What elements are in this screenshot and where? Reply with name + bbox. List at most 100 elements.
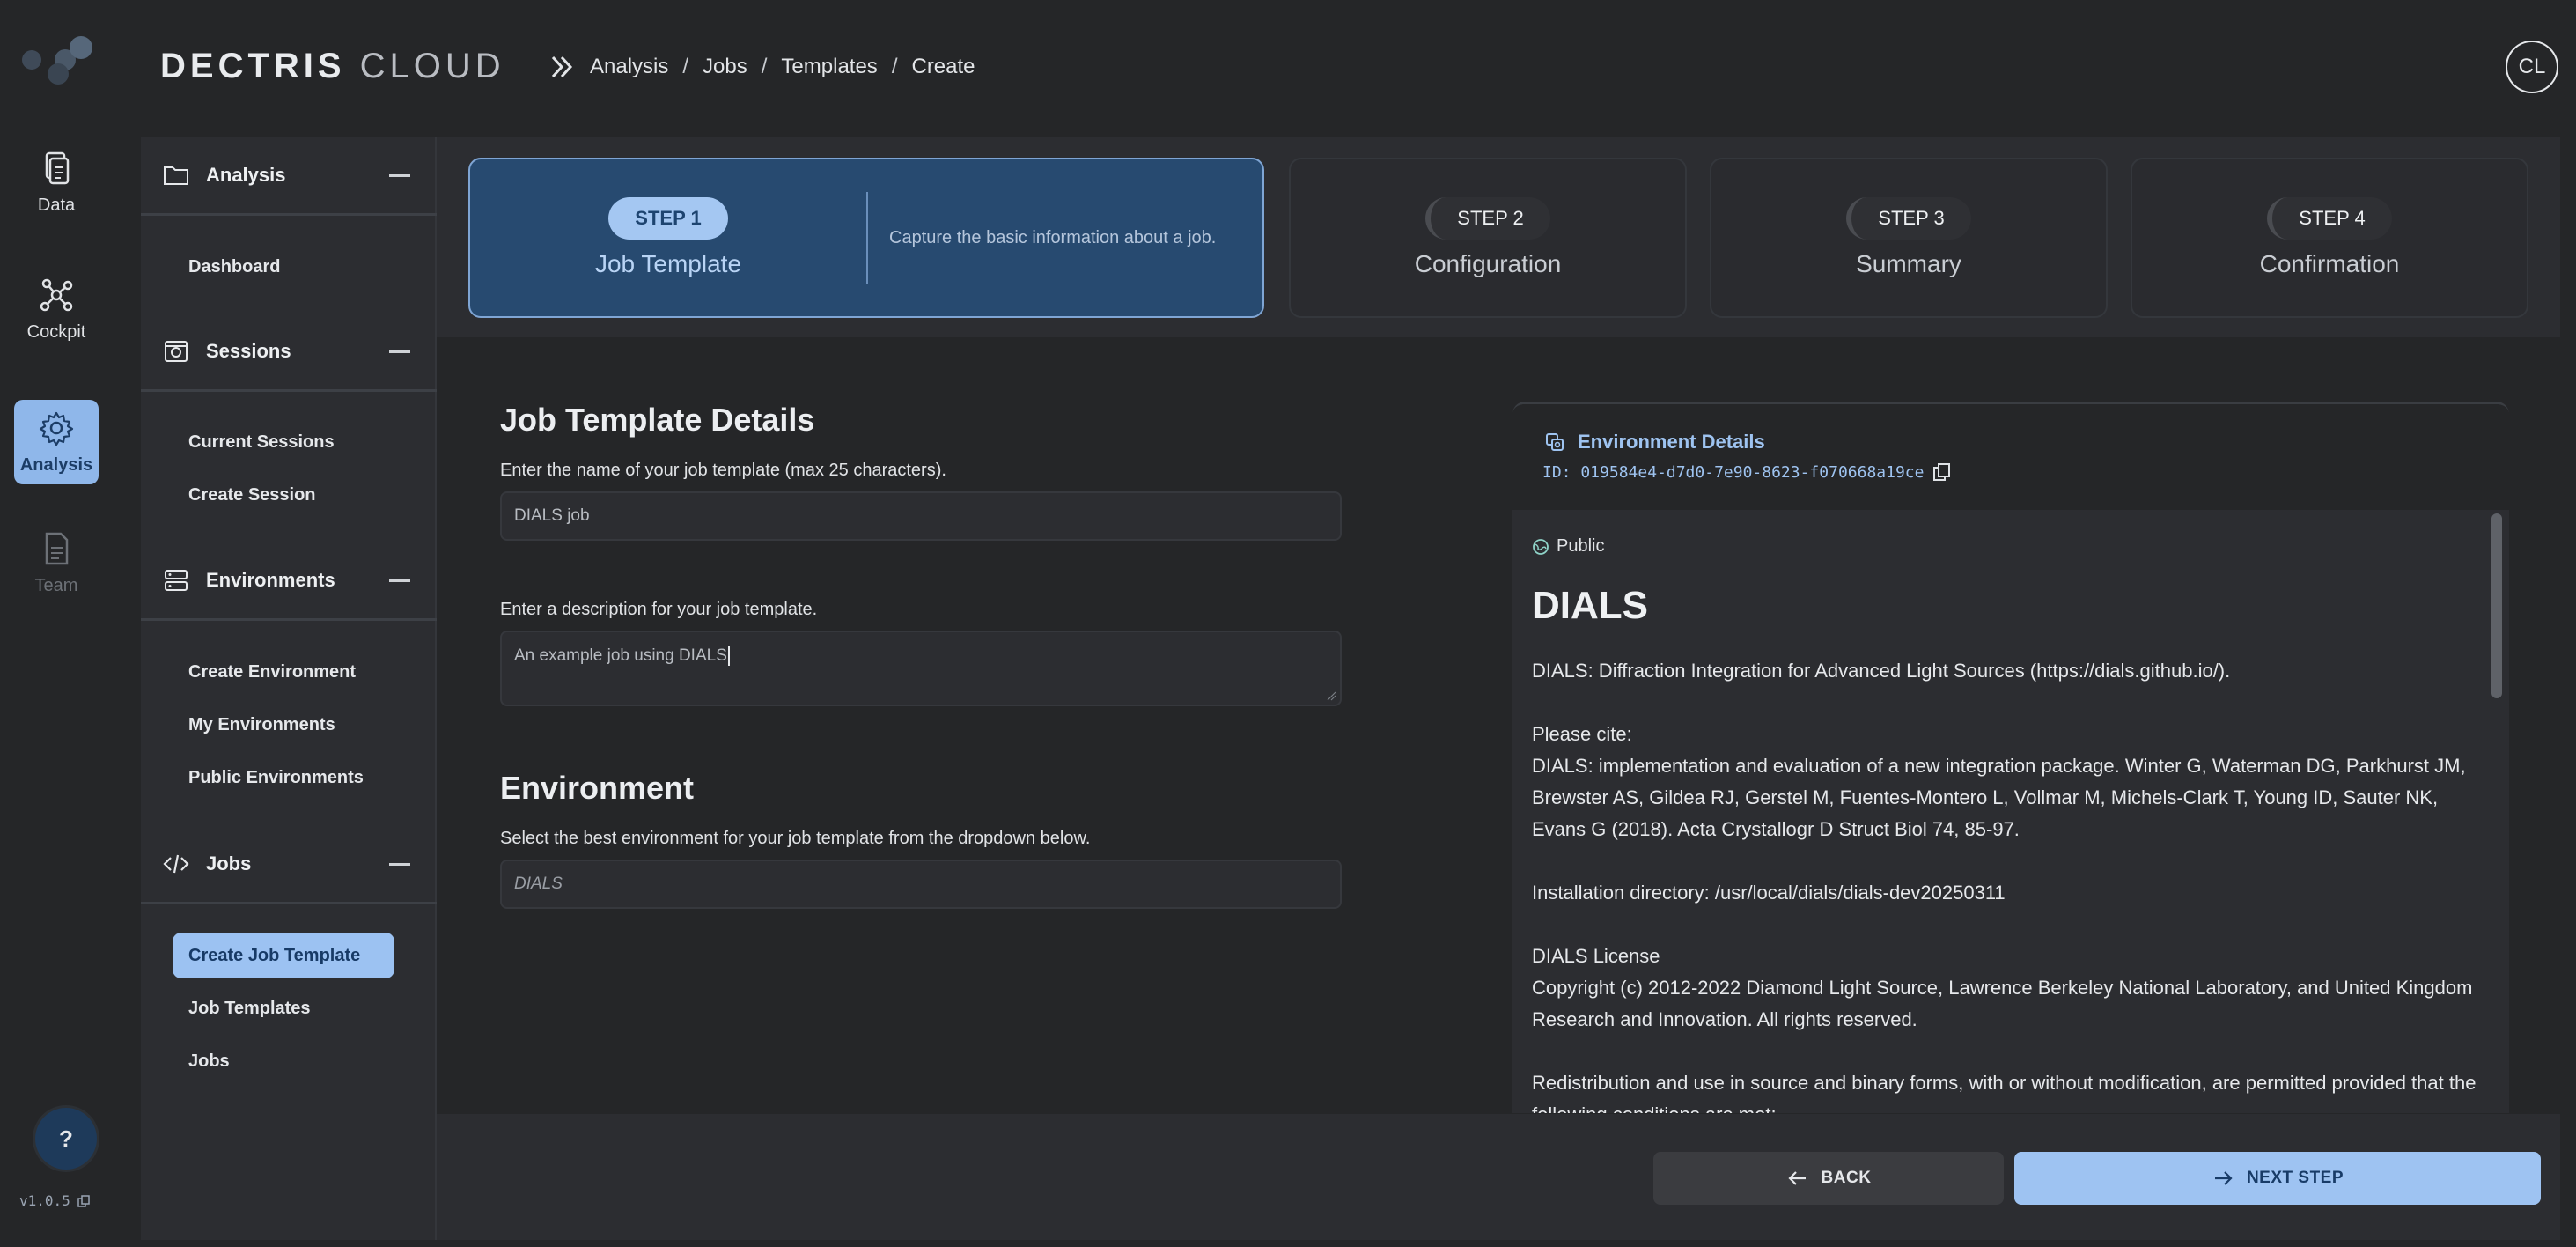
environment-id-text: ID: 019584e4-d7d0-7e90-8623-f070668a19ce — [1542, 462, 1925, 482]
sidebar-item-create-environment[interactable]: Create Environment — [173, 649, 372, 695]
text-caret — [727, 646, 730, 666]
sidebar-item-current-sessions[interactable]: Current Sessions — [173, 419, 350, 465]
next-step-label: NEXT STEP — [2246, 1169, 2344, 1187]
document-icon — [45, 151, 70, 185]
step-badge: STEP 3 — [1846, 197, 1971, 240]
sidebar-section-analysis[interactable]: Analysis — [141, 137, 437, 216]
arrow-right-icon — [2214, 1171, 2233, 1185]
next-step-button[interactable]: NEXT STEP — [2014, 1152, 2541, 1205]
collapse-icon[interactable] — [389, 174, 410, 177]
description-hint: Enter a description for your job templat… — [500, 600, 818, 619]
description-paragraph: Redistribution and use in source and bin… — [1532, 1072, 2477, 1113]
breadcrumb-jobs[interactable]: Jobs — [703, 55, 747, 79]
select-value: DIALS — [514, 874, 563, 893]
double-chevron-right-icon — [551, 55, 573, 78]
collapse-icon[interactable] — [389, 350, 410, 353]
collapse-icon[interactable] — [389, 579, 410, 582]
description-paragraph: Please cite: DIALS: implementation and e… — [1532, 723, 2466, 840]
back-label: BACK — [1821, 1169, 1872, 1187]
section-label: Analysis — [206, 163, 286, 186]
template-description-textarea[interactable]: An example job using DIALS — [500, 631, 1342, 706]
rail-item-label: Data — [37, 196, 76, 215]
environment-title-text: Environment Details — [1578, 431, 1765, 453]
avatar[interactable]: CL — [2506, 41, 2558, 93]
rail-item-data[interactable]: Data — [14, 150, 99, 216]
copy-icon[interactable] — [77, 1194, 90, 1207]
version-label[interactable]: v1.0.5 — [19, 1192, 90, 1209]
step-header: STEP 1 Job Template — [470, 197, 866, 278]
environment-title: Environment Details — [1544, 431, 1765, 454]
help-button[interactable]: ? — [35, 1108, 97, 1170]
logo-icon[interactable] — [19, 33, 93, 88]
sidebar-item-public-environments[interactable]: Public Environments — [173, 755, 379, 801]
top-bar: DECTRIS CLOUD Analysis / Jobs / Template… — [0, 0, 2576, 132]
step-title: Configuration — [1414, 250, 1562, 277]
section-label: Environments — [206, 568, 335, 591]
name-hint: Enter the name of your job template (max… — [500, 461, 946, 480]
environment-heading: Environment — [500, 770, 695, 806]
sidebar-item-dashboard[interactable]: Dashboard — [173, 244, 296, 290]
copy-icon[interactable] — [1932, 462, 1952, 482]
sidebar-item-my-environments[interactable]: My Environments — [173, 702, 351, 748]
sidebar-item-jobs[interactable]: Jobs — [173, 1038, 246, 1084]
arrow-left-icon — [1787, 1171, 1806, 1185]
sidebar-item-job-templates[interactable]: Job Templates — [173, 985, 327, 1031]
code-icon — [163, 854, 189, 873]
sidebar-section-jobs[interactable]: Jobs — [141, 825, 437, 904]
rail-item-label: Team — [34, 576, 78, 595]
environment-description-text: DIALS: Diffraction Integration for Advan… — [1532, 655, 2483, 1113]
section-label: Jobs — [206, 852, 252, 874]
step-badge: STEP 2 — [1425, 197, 1550, 240]
brand-suffix: CLOUD — [359, 46, 505, 85]
breadcrumb-templates[interactable]: Templates — [781, 55, 877, 79]
step-badge: STEP 4 — [2267, 197, 2392, 240]
breadcrumb-analysis[interactable]: Analysis — [590, 55, 668, 79]
environment-header: Environment Details ID: 019584e4-d7d0-7e… — [1512, 404, 2509, 510]
step-1[interactable]: STEP 1 Job Template Capture the basic in… — [468, 158, 1264, 318]
server-icon — [165, 569, 188, 591]
step-3[interactable]: STEP 3 Summary — [1710, 158, 2108, 318]
environment-select[interactable]: DIALS — [500, 860, 1342, 909]
environment-name: DIALS — [1532, 584, 1648, 627]
brand-logo[interactable]: DECTRIS CLOUD — [160, 44, 505, 88]
description-paragraph: Installation directory: /usr/local/dials… — [1532, 882, 2006, 904]
footer-bar: BACK NEXT STEP — [437, 1114, 2560, 1240]
rail-item-cockpit[interactable]: Cockpit — [14, 277, 99, 343]
visibility-label: Public — [1557, 536, 1605, 556]
sidebar-item-create-job-template[interactable]: Create Job Template — [173, 933, 394, 978]
rail-item-label: Cockpit — [26, 322, 86, 342]
sidebar-item-create-session[interactable]: Create Session — [173, 472, 332, 518]
globe-icon — [1533, 538, 1549, 555]
step-description: Capture the basic information about a jo… — [889, 227, 1217, 247]
version-text: v1.0.5 — [19, 1192, 70, 1209]
template-name-input[interactable]: DIALS job — [500, 491, 1342, 541]
description-paragraph: DIALS: Diffraction Integration for Advan… — [1532, 660, 2231, 682]
scrollbar[interactable] — [2491, 513, 2502, 698]
step-title: Job Template — [594, 250, 742, 277]
rail-item-analysis[interactable]: Analysis — [14, 400, 99, 484]
breadcrumb-create: Create — [911, 55, 975, 78]
environment-description[interactable]: Public DIALS DIALS: Diffraction Integrat… — [1512, 510, 2509, 1113]
rail-item-label: Analysis — [19, 454, 93, 475]
visibility-badge: Public — [1532, 536, 1604, 557]
sidebar: Analysis Dashboard Sessions Current Sess… — [141, 137, 437, 1240]
environment-icon — [1546, 433, 1564, 451]
environment-id: ID: 019584e4-d7d0-7e90-8623-f070668a19ce — [1542, 462, 1952, 482]
brand-name: DECTRIS — [160, 46, 346, 85]
breadcrumb-separator: / — [891, 55, 898, 78]
breadcrumb: Analysis / Jobs / Templates / Create — [548, 49, 975, 85]
document-icon — [45, 532, 69, 565]
step-4[interactable]: STEP 4 Confirmation — [2131, 158, 2528, 318]
gear-icon — [39, 411, 74, 446]
environment-details-panel: Environment Details ID: 019584e4-d7d0-7e… — [1512, 402, 2509, 1113]
sidebar-section-sessions[interactable]: Sessions — [141, 313, 437, 392]
input-value: DIALS job — [514, 506, 590, 525]
resize-grip-icon[interactable] — [1326, 690, 1336, 701]
network-icon — [40, 278, 73, 312]
sidebar-section-environments[interactable]: Environments — [141, 542, 437, 621]
collapse-icon[interactable] — [389, 863, 410, 866]
rail-item-team[interactable]: Team — [14, 530, 99, 596]
step-2[interactable]: STEP 2 Configuration — [1289, 158, 1687, 318]
back-button[interactable]: BACK — [1653, 1152, 2004, 1205]
stepper: STEP 1 Job Template Capture the basic in… — [437, 137, 2560, 337]
